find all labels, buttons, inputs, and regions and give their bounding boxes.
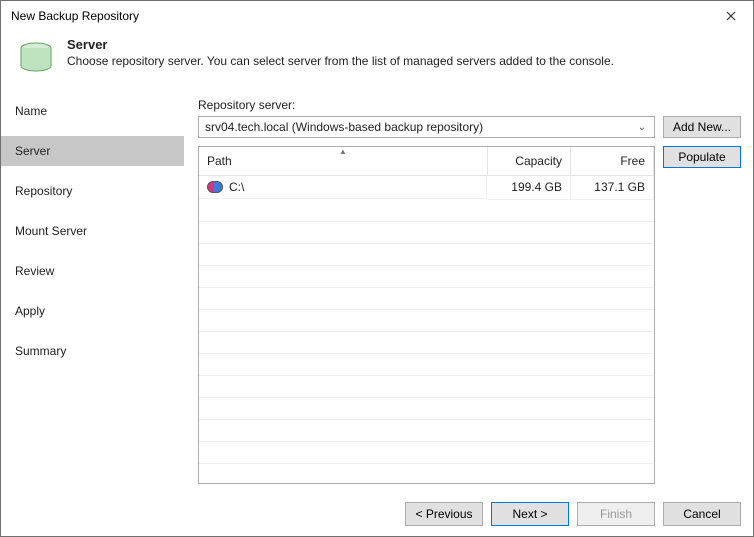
nav-item-mount-server[interactable]: Mount Server [1, 216, 184, 246]
add-new-button[interactable]: Add New... [663, 116, 741, 138]
repository-icon [15, 37, 57, 77]
nav-item-review[interactable]: Review [1, 256, 184, 286]
nav-item-apply[interactable]: Apply [1, 296, 184, 326]
window-title: New Backup Repository [11, 9, 711, 23]
wizard-subheading: Choose repository server. You can select… [67, 54, 739, 68]
nav-item-repository[interactable]: Repository [1, 176, 184, 206]
col-capacity[interactable]: Capacity [487, 147, 570, 176]
wizard-footer: < Previous Next > Finish Cancel [1, 492, 753, 536]
wizard-header: Server Choose repository server. You can… [1, 31, 753, 89]
nav-item-summary[interactable]: Summary [1, 336, 184, 366]
wizard-heading: Server [67, 37, 739, 52]
repo-server-value: srv04.tech.local (Windows-based backup r… [205, 120, 634, 134]
sort-asc-icon: ▲ [339, 147, 347, 156]
wizard-nav: Name Server Repository Mount Server Revi… [1, 90, 184, 492]
titlebar: New Backup Repository [1, 1, 753, 31]
cell-path: C:\ [229, 180, 244, 194]
cancel-button[interactable]: Cancel [663, 502, 741, 526]
table-row[interactable]: C:\ 199.4 GB 137.1 GB [199, 176, 654, 200]
cell-free: 137.1 GB [570, 176, 653, 200]
close-icon [726, 11, 736, 21]
populate-button[interactable]: Populate [663, 146, 741, 168]
col-path[interactable]: Path ▲ [199, 147, 487, 176]
repo-server-label: Repository server: [198, 98, 741, 112]
next-button[interactable]: Next > [491, 502, 569, 526]
wizard-window: New Backup Repository Server Choose repo… [0, 0, 754, 537]
nav-item-server[interactable]: Server [1, 136, 184, 166]
chevron-down-icon: ⌄ [634, 122, 650, 133]
col-free[interactable]: Free [570, 147, 653, 176]
wizard-content: Repository server: srv04.tech.local (Win… [184, 90, 753, 492]
finish-button: Finish [577, 502, 655, 526]
repo-server-dropdown[interactable]: srv04.tech.local (Windows-based backup r… [198, 116, 655, 138]
volumes-grid: Path ▲ Capacity Free C: [198, 146, 655, 484]
nav-item-name[interactable]: Name [1, 96, 184, 126]
cell-capacity: 199.4 GB [487, 176, 570, 200]
grid-empty-area [199, 200, 654, 484]
close-button[interactable] [711, 2, 751, 30]
previous-button[interactable]: < Previous [405, 502, 483, 526]
disk-icon [207, 181, 223, 193]
